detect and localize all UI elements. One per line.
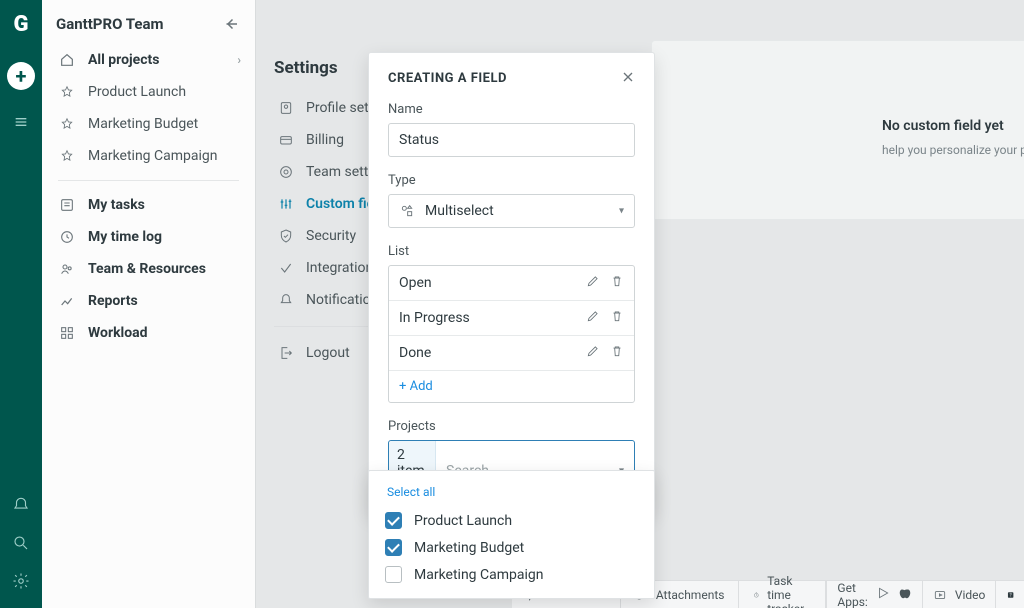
- type-select[interactable]: Multiselect ▾: [388, 194, 635, 228]
- sidebar-my-time-log[interactable]: My time log: [42, 221, 255, 253]
- apple-icon[interactable]: [898, 586, 912, 603]
- type-label: Type: [388, 173, 635, 188]
- settings-icon[interactable]: [12, 572, 30, 590]
- footer-label: Task time tracker: [767, 574, 811, 608]
- empty-state-card: Create No custom field yet help you pers…: [651, 40, 1024, 220]
- main: Settings Profile settings Billing Team s…: [256, 0, 1024, 608]
- edit-icon[interactable]: [586, 274, 600, 292]
- add-button[interactable]: +: [7, 62, 35, 90]
- checkbox-icon[interactable]: [385, 566, 402, 583]
- delete-icon[interactable]: [610, 344, 624, 362]
- name-label: Name: [388, 102, 635, 117]
- list-options: Open In Progress Done: [388, 265, 635, 403]
- workspace-title: GanttPRO Team: [56, 15, 164, 33]
- search-icon[interactable]: [12, 534, 30, 552]
- footer-video[interactable]: Video: [922, 581, 996, 608]
- star-icon: [58, 83, 76, 101]
- sidebar-all-projects[interactable]: All projects ›: [42, 44, 255, 76]
- menu-icon[interactable]: [13, 114, 29, 134]
- dropdown-item-label: Marketing Campaign: [414, 567, 544, 583]
- modal-title: CREATING A FIELD: [388, 71, 635, 86]
- sidebar-item-label: Reports: [88, 293, 138, 309]
- add-option-button[interactable]: + Add: [389, 371, 634, 402]
- delete-icon[interactable]: [610, 274, 624, 292]
- list-icon: [58, 196, 76, 214]
- footer-label: Attachments: [656, 588, 725, 602]
- sidebar-item-label: Team & Resources: [88, 261, 206, 277]
- projects-label: Projects: [388, 419, 635, 434]
- list-item-label: Open: [399, 275, 432, 291]
- grid-icon: [58, 324, 76, 342]
- empty-subtitle: help you personalize your projects.: [882, 143, 1024, 157]
- type-value: Multiselect: [425, 203, 494, 219]
- collapse-sidebar-button[interactable]: [221, 14, 241, 34]
- edit-icon[interactable]: [586, 344, 600, 362]
- projects-dropdown: Select all Product Launch Marketing Budg…: [368, 470, 655, 599]
- empty-title: No custom field yet: [882, 118, 1004, 134]
- dropdown-item-label: Marketing Budget: [414, 540, 524, 556]
- footer-getapps: Get Apps:: [826, 581, 921, 608]
- list-item-label: Done: [399, 345, 431, 361]
- sidebar-project-2[interactable]: Marketing Budget: [42, 108, 255, 140]
- name-input[interactable]: [388, 123, 635, 157]
- chart-icon: [58, 292, 76, 310]
- logo: G: [0, 0, 42, 48]
- sidebar-team-resources[interactable]: Team & Resources: [42, 253, 255, 285]
- close-icon[interactable]: [620, 69, 640, 89]
- edit-icon[interactable]: [586, 309, 600, 327]
- sidebar-item-label: Marketing Campaign: [88, 148, 218, 164]
- list-item: Open: [389, 266, 634, 301]
- people-icon: [58, 260, 76, 278]
- dropdown-item-label: Product Launch: [414, 513, 512, 529]
- app-rail: G +: [0, 0, 42, 608]
- sidebar: GanttPRO Team All projects › Product Lau…: [42, 0, 256, 608]
- clock-icon: [58, 228, 76, 246]
- svg-text:?: ?: [1010, 593, 1012, 598]
- sidebar-project-1[interactable]: Product Launch: [42, 76, 255, 108]
- star-icon: [58, 115, 76, 133]
- star-icon: [58, 147, 76, 165]
- nav-label: Logout: [306, 345, 350, 361]
- divider: [58, 180, 239, 181]
- footer-time-tracker[interactable]: Task time tracker: [739, 581, 826, 608]
- footer-label: Get Apps:: [837, 581, 867, 608]
- dropdown-item[interactable]: Marketing Campaign: [369, 561, 654, 588]
- footer-label: Video: [955, 588, 986, 602]
- chevron-right-icon: ›: [237, 53, 241, 67]
- dropdown-item[interactable]: Product Launch: [369, 507, 654, 534]
- notification-icon[interactable]: [12, 496, 30, 514]
- play-store-icon[interactable]: [876, 586, 890, 603]
- create-field-modal: CREATING A FIELD Name Type Multiselect ▾…: [368, 52, 655, 513]
- sidebar-project-3[interactable]: Marketing Campaign: [42, 140, 255, 172]
- page-title: Settings: [274, 58, 338, 78]
- footer-learning[interactable]: ? Learning centr: [995, 581, 1024, 608]
- checkbox-checked-icon[interactable]: [385, 539, 402, 556]
- list-item-label: In Progress: [399, 310, 470, 326]
- chevron-down-icon: ▾: [619, 206, 624, 217]
- nav-label: Billing: [306, 132, 344, 148]
- home-icon: [58, 51, 76, 69]
- list-item: Done: [389, 336, 634, 371]
- dropdown-item[interactable]: Marketing Budget: [369, 534, 654, 561]
- sidebar-item-label: Product Launch: [88, 84, 186, 100]
- select-all-link[interactable]: Select all: [369, 481, 654, 507]
- list-label: List: [388, 244, 635, 259]
- sidebar-item-label: All projects: [88, 52, 159, 68]
- sidebar-item-label: My time log: [88, 229, 162, 245]
- sidebar-reports[interactable]: Reports: [42, 285, 255, 317]
- sidebar-item-label: Workload: [88, 325, 148, 341]
- list-item: In Progress: [389, 301, 634, 336]
- sidebar-item-label: My tasks: [88, 197, 145, 213]
- checkbox-checked-icon[interactable]: [385, 512, 402, 529]
- nav-label: Security: [306, 228, 356, 244]
- sidebar-my-tasks[interactable]: My tasks: [42, 189, 255, 221]
- sidebar-item-label: Marketing Budget: [88, 116, 198, 132]
- delete-icon[interactable]: [610, 309, 624, 327]
- sidebar-workload[interactable]: Workload: [42, 317, 255, 349]
